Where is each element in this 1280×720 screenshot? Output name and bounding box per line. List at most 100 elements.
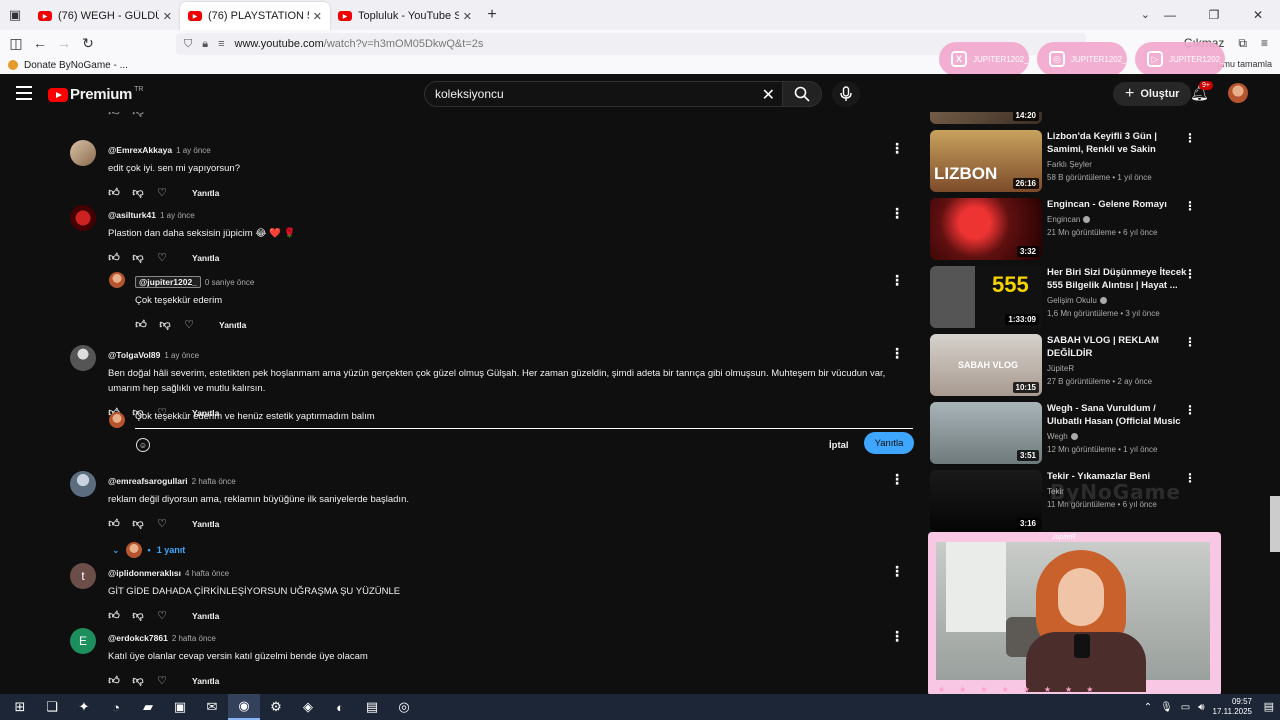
comment-time[interactable]: 2 hafta önce [192,477,236,486]
mail-icon[interactable]: ✉ [196,694,228,720]
reply-button[interactable]: Yanıtla [192,519,219,529]
comment-author[interactable]: @emreafsarogullari [108,476,188,486]
search-button[interactable] [782,81,822,107]
heart-icon[interactable]: ♡ [156,675,168,687]
like-icon[interactable]: 👍︎ [108,518,120,530]
heart-icon[interactable]: ♡ [156,518,168,530]
search-input[interactable] [425,82,745,106]
video-thumbnail[interactable]: 14:20 [930,112,1042,124]
like-icon[interactable]: 👍︎ [108,610,120,622]
obs-icon[interactable]: ◎ [388,694,420,720]
channel-name[interactable]: JüpiteR [1047,364,1187,373]
comment-time[interactable]: 2 hafta önce [172,634,216,643]
app-icon[interactable]: ◈ [292,694,324,720]
comment-menu-icon[interactable]: ⋮ [890,345,904,362]
video-menu-icon[interactable]: ⋮ [1184,199,1196,213]
video-menu-icon[interactable]: ⋮ [1184,403,1196,417]
video-card[interactable]: 3:51 Wegh - Sana Vuruldum / Ulubatlı Has… [930,402,1200,464]
permissions-icon[interactable]: ≡ [218,38,224,50]
video-menu-icon[interactable]: ⋮ [1184,131,1196,145]
like-icon[interactable]: 👍︎ [108,675,120,687]
cancel-button[interactable]: İptal [829,440,849,451]
comment-author[interactable]: @jupiter1202_ [135,276,201,288]
like-icon[interactable]: 👍︎ [108,252,120,264]
copilot-icon[interactable]: ✦ [68,694,100,720]
video-thumbnail[interactable]: 555 1:33:09 [930,266,1042,328]
dislike-icon[interactable]: 👎︎ [132,675,144,687]
video-title[interactable]: Lizbon'da Keyifli 3 Gün | Samimi, Renkli… [1047,130,1187,156]
minimize-icon[interactable]: — [1148,0,1192,30]
task-view-icon[interactable]: ❏ [36,694,68,720]
video-card[interactable]: 555 1:33:09 Her Biri Sizi Düşünmeye İtec… [930,266,1200,328]
comment-menu-icon[interactable]: ⋮ [890,272,904,289]
volume-icon[interactable]: 🔊︎ [1198,702,1204,713]
dislike-icon[interactable]: 👎︎ [132,610,144,622]
submit-reply-button[interactable]: Yanıtla [864,432,914,454]
sidebar-toggle-icon[interactable]: ◫ [4,35,28,52]
tab-overview-icon[interactable]: ▣ [0,0,30,30]
heart-icon[interactable]: ♡ [156,252,168,264]
restore-icon[interactable]: ❐ [1192,0,1236,30]
close-tab-icon[interactable]: ✕ [313,10,322,23]
browser-tab-active[interactable]: ▶ (76) PLAYSTATION 5 KUTU AÇIL ✕ [180,2,330,30]
video-card[interactable]: SABAH VLOG 10:15 SABAH VLOG | REKLAM DEĞ… [930,334,1200,396]
video-title[interactable]: Her Biri Sizi Düşünmeye İtecek 555 Bilge… [1047,266,1187,292]
like-icon[interactable]: 👍︎ [135,319,147,331]
comment-menu-icon[interactable]: ⋮ [890,628,904,645]
game-app-icon[interactable]: ▤ [356,694,388,720]
video-card[interactable]: 3:32 Engincan - Gelene Romayı Engincan 2… [930,198,1200,260]
video-menu-icon[interactable]: ⋮ [1184,267,1196,281]
commenter-avatar[interactable] [70,140,96,166]
close-tab-icon[interactable]: ✕ [163,10,172,23]
video-thumbnail[interactable]: 3:51 [930,402,1042,464]
mic-tray-icon[interactable]: 🎙︎ [1160,702,1173,713]
view-replies-button[interactable]: ⌄ • 1 yanıt [112,542,920,558]
comment-author[interactable]: @iplidonmeraklısı [108,568,181,578]
close-tab-icon[interactable]: ✕ [463,10,472,23]
like-icon[interactable]: 👍︎ [108,187,120,199]
comment-time[interactable]: 4 hafta önce [185,569,229,578]
start-icon[interactable]: ⊞ [4,694,36,720]
channel-name[interactable]: Gelişim Okulu [1047,296,1097,305]
extensions-icon[interactable]: ⧉ [1238,36,1247,51]
emoji-picker-icon[interactable]: ☺ [136,438,150,452]
shield-icon[interactable]: ⛉ [184,38,192,51]
video-card[interactable]: 14:20 [930,112,1200,124]
chevron-up-icon[interactable]: ⌃ [1144,702,1152,713]
firefox-icon[interactable]: ◉ [228,694,260,720]
reply-button[interactable]: Yanıtla [192,253,219,263]
voice-search-button[interactable] [832,81,860,107]
video-thumbnail[interactable]: 3:16 [930,470,1042,532]
commenter-avatar[interactable] [70,471,96,497]
commenter-avatar[interactable] [70,205,96,231]
dislike-icon[interactable]: 👎︎ [132,252,144,264]
browser-tab[interactable]: ▶ Topluluk - YouTube Studio ✕ [330,2,480,30]
commenter-avatar[interactable]: E [70,628,96,654]
reload-icon[interactable]: ↻ [76,35,100,52]
comment-menu-icon[interactable]: ⋮ [890,205,904,222]
comment-menu-icon[interactable]: ⋮ [890,140,904,157]
video-title[interactable]: Wegh - Sana Vuruldum / Ulubatlı Hasan (O… [1047,402,1187,428]
network-icon[interactable]: ▭ [1181,702,1190,713]
youtube-premium-logo[interactable]: Premium TR [48,86,143,103]
notification-center-icon[interactable]: ▤ [1264,700,1274,713]
file-explorer-icon[interactable]: ▰ [132,694,164,720]
heart-icon[interactable]: ♡ [183,319,195,331]
browser-tab[interactable]: ▶ (76) WEGH - GÜLDÜĞÜN GÜ ✕ [30,2,180,30]
reply-button[interactable]: Yanıtla [192,676,219,686]
like-icon[interactable]: 👍︎ [108,112,120,118]
dislike-icon[interactable]: 👎︎ [132,187,144,199]
video-card[interactable]: LIZBON 26:16 Lizbon'da Keyifli 3 Gün | S… [930,130,1200,192]
channel-name[interactable]: Farklı Şeyler [1047,160,1187,169]
store-icon[interactable]: ▣ [164,694,196,720]
commenter-avatar[interactable] [109,272,125,288]
close-window-icon[interactable]: ✕ [1236,0,1280,30]
lock-icon[interactable]: 🔒︎ [202,38,208,51]
video-menu-icon[interactable]: ⋮ [1184,335,1196,349]
commenter-avatar[interactable] [70,345,96,371]
discord-icon[interactable]: ◐ [324,694,356,720]
channel-name[interactable]: Wegh [1047,432,1068,441]
comment-menu-icon[interactable]: ⋮ [890,471,904,488]
comment-author[interactable]: @EmrexAkkaya [108,145,172,155]
new-tab-icon[interactable]: + [480,6,504,24]
